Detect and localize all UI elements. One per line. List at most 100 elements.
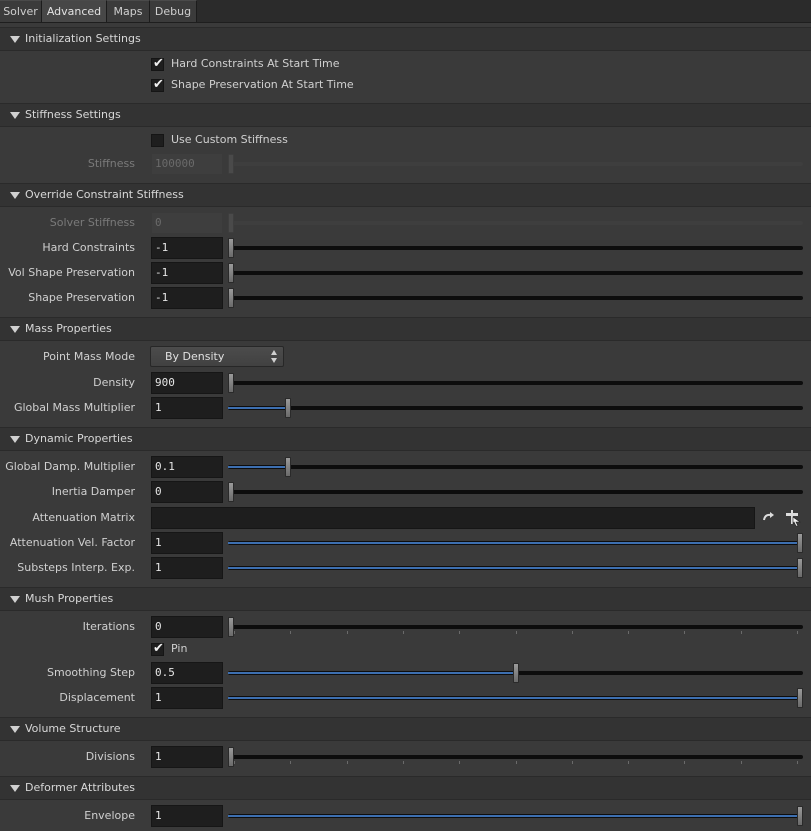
- point-mass-mode-dropdown[interactable]: By Density: [150, 346, 284, 367]
- slider-handle[interactable]: [228, 747, 234, 767]
- section-title: Mass Properties: [25, 322, 112, 335]
- divisions-field[interactable]: 1: [151, 746, 223, 768]
- substeps-interp-exp-field[interactable]: 1: [151, 557, 223, 579]
- slider-handle[interactable]: [797, 533, 803, 553]
- section-header-volume-structure[interactable]: Volume Structure: [0, 717, 811, 741]
- checkmark-icon: ✔: [153, 56, 164, 71]
- slider-handle[interactable]: [228, 263, 234, 283]
- use-custom-stiffness-checkbox[interactable]: [151, 134, 164, 147]
- slider-tick: [402, 631, 404, 634]
- global-damp-multiplier-field[interactable]: 0.1: [151, 456, 223, 478]
- attenuation-vel-factor-field[interactable]: 1: [151, 532, 223, 554]
- divisions-slider[interactable]: [228, 746, 803, 768]
- pin-checkbox[interactable]: ✔: [151, 641, 164, 656]
- slider-tick: [628, 761, 630, 764]
- slider-handle[interactable]: [285, 457, 291, 477]
- solver-stiffness-slider: [228, 212, 803, 234]
- global-mass-multiplier-field[interactable]: 1: [151, 397, 223, 419]
- tab-debug[interactable]: Debug: [150, 0, 197, 22]
- tab-solver[interactable]: Solver: [0, 0, 42, 22]
- slider-tick: [684, 761, 686, 764]
- solver-stiffness-field: 0: [151, 212, 223, 234]
- divisions-row: Divisions 1: [0, 746, 811, 768]
- collapse-triangle-icon: [10, 596, 20, 603]
- tab-advanced[interactable]: Advanced: [42, 0, 107, 22]
- slider-tick: [290, 631, 292, 634]
- smoothing-step-field[interactable]: 0.5: [151, 662, 223, 684]
- smoothing-step-slider[interactable]: [228, 662, 803, 684]
- shape-preservation-slider[interactable]: [228, 287, 803, 309]
- attenuation-vel-factor-slider[interactable]: [228, 532, 803, 554]
- attenuation-matrix-row: Attenuation Matrix: [0, 507, 811, 529]
- tab-bar: Solver Advanced Maps Debug: [0, 0, 811, 23]
- shape-preservation-field[interactable]: -1: [151, 287, 223, 309]
- envelope-slider[interactable]: [228, 805, 803, 827]
- section-header-override-constraint[interactable]: Override Constraint Stiffness: [0, 183, 811, 207]
- tab-maps[interactable]: Maps: [107, 0, 150, 22]
- density-field[interactable]: 900: [151, 372, 223, 394]
- slider-handle[interactable]: [797, 558, 803, 578]
- section-header-dynamic[interactable]: Dynamic Properties: [0, 427, 811, 451]
- slider-tick: [346, 631, 348, 634]
- envelope-field[interactable]: 1: [151, 805, 223, 827]
- inertia-damper-field[interactable]: 0: [151, 481, 223, 503]
- target-picker-icon[interactable]: [784, 509, 802, 527]
- point-mass-mode-label: Point Mass Mode: [43, 350, 135, 363]
- global-damp-multiplier-row: Global Damp. Multiplier 0.1: [0, 456, 811, 478]
- section-header-initialization[interactable]: Initialization Settings: [0, 27, 811, 51]
- pin-checkbox-row[interactable]: ✔ Pin: [151, 641, 451, 660]
- density-slider[interactable]: [228, 372, 803, 394]
- attenuation-matrix-field[interactable]: [151, 507, 755, 529]
- shape-preservation-start-checkbox[interactable]: ✔: [151, 77, 164, 92]
- slider-tick: [459, 761, 461, 764]
- density-label: Density: [93, 376, 135, 389]
- stiffness-row: Stiffness 100000: [0, 153, 811, 175]
- use-custom-stiffness-checkbox-row[interactable]: Use Custom Stiffness: [151, 133, 451, 151]
- substeps-interp-exp-slider[interactable]: [228, 557, 803, 579]
- smoothing-step-label: Smoothing Step: [47, 666, 135, 679]
- global-mass-multiplier-slider[interactable]: [228, 397, 803, 419]
- shape-preservation-label: Shape Preservation: [28, 291, 135, 304]
- slider-ticks: [234, 631, 798, 634]
- slider-handle[interactable]: [228, 617, 234, 637]
- iterations-field[interactable]: 0: [151, 616, 223, 638]
- collapse-triangle-icon: [10, 785, 20, 792]
- vol-shape-preservation-slider[interactable]: [228, 262, 803, 284]
- global-damp-multiplier-slider[interactable]: [228, 456, 803, 478]
- shape-preservation-start-checkbox-row[interactable]: ✔ Shape Preservation At Start Time: [151, 77, 451, 96]
- section-header-mush[interactable]: Mush Properties: [0, 587, 811, 611]
- global-damp-multiplier-label: Global Damp. Multiplier: [5, 460, 135, 473]
- redo-arrow-icon[interactable]: [761, 509, 779, 527]
- updown-arrows-icon: [271, 350, 278, 363]
- checkbox-label: Pin: [171, 642, 188, 655]
- section-header-mass[interactable]: Mass Properties: [0, 317, 811, 341]
- vol-shape-preservation-field[interactable]: -1: [151, 262, 223, 284]
- inertia-damper-slider[interactable]: [228, 481, 803, 503]
- displacement-row: Displacement 1: [0, 687, 811, 709]
- slider-handle[interactable]: [797, 688, 803, 708]
- slider-handle[interactable]: [513, 663, 519, 683]
- slider-handle[interactable]: [797, 806, 803, 826]
- collapse-triangle-icon: [10, 726, 20, 733]
- hard-constraints-slider[interactable]: [228, 237, 803, 259]
- hard-constraints-start-checkbox-row[interactable]: ✔ Hard Constraints At Start Time: [151, 56, 451, 75]
- slider-handle[interactable]: [228, 373, 234, 393]
- slider-tick: [234, 761, 235, 764]
- divisions-label: Divisions: [85, 750, 135, 763]
- section-header-stiffness[interactable]: Stiffness Settings: [0, 103, 811, 127]
- slider-tick: [797, 761, 798, 764]
- section-header-deformer[interactable]: Deformer Attributes: [0, 776, 811, 800]
- iterations-slider[interactable]: [228, 616, 803, 638]
- slider-tick: [740, 631, 742, 634]
- hard-constraints-field[interactable]: -1: [151, 237, 223, 259]
- hard-constraints-start-checkbox[interactable]: ✔: [151, 56, 164, 71]
- slider-handle[interactable]: [228, 238, 234, 258]
- slider-tick: [740, 761, 742, 764]
- slider-handle[interactable]: [228, 288, 234, 308]
- slider-handle[interactable]: [285, 398, 291, 418]
- displacement-field[interactable]: 1: [151, 687, 223, 709]
- slider-handle[interactable]: [228, 482, 234, 502]
- stiffness-label: Stiffness: [87, 157, 135, 170]
- displacement-slider[interactable]: [228, 687, 803, 709]
- global-mass-multiplier-row: Global Mass Multiplier 1: [0, 397, 811, 419]
